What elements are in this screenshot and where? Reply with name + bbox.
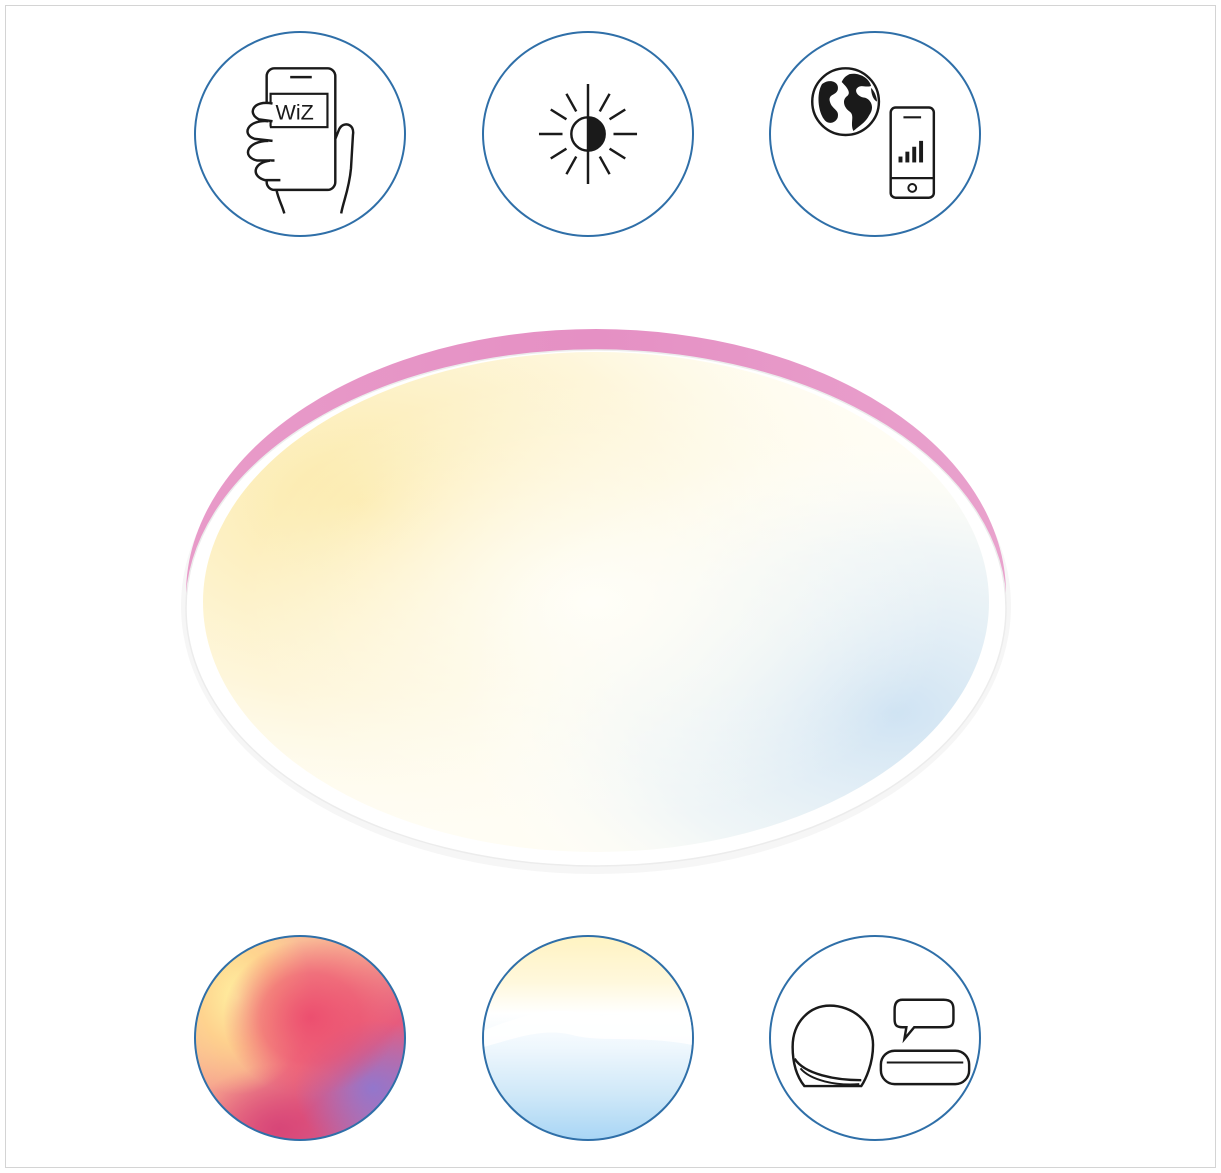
ceiling-light-panel xyxy=(176,306,1016,876)
wiz-logo-text: WiZ xyxy=(275,99,313,124)
white-gradient-swatch xyxy=(484,1010,692,1047)
smart-speaker-voice-icon xyxy=(791,998,971,1088)
tunable-white-badge xyxy=(482,935,694,1141)
color-light-badge xyxy=(194,935,406,1141)
dimming-badge xyxy=(482,31,694,237)
phone-in-hand-icon: WiZ xyxy=(246,67,355,214)
globe-phone-signal-icon xyxy=(811,67,936,199)
ceiling-light-illustration xyxy=(181,329,1011,874)
remote-access-badge xyxy=(769,31,981,237)
app-control-badge: WiZ xyxy=(194,31,406,237)
brightness-icon xyxy=(538,83,638,185)
image-frame: WiZ xyxy=(5,5,1216,1168)
voice-control-badge xyxy=(769,935,981,1141)
